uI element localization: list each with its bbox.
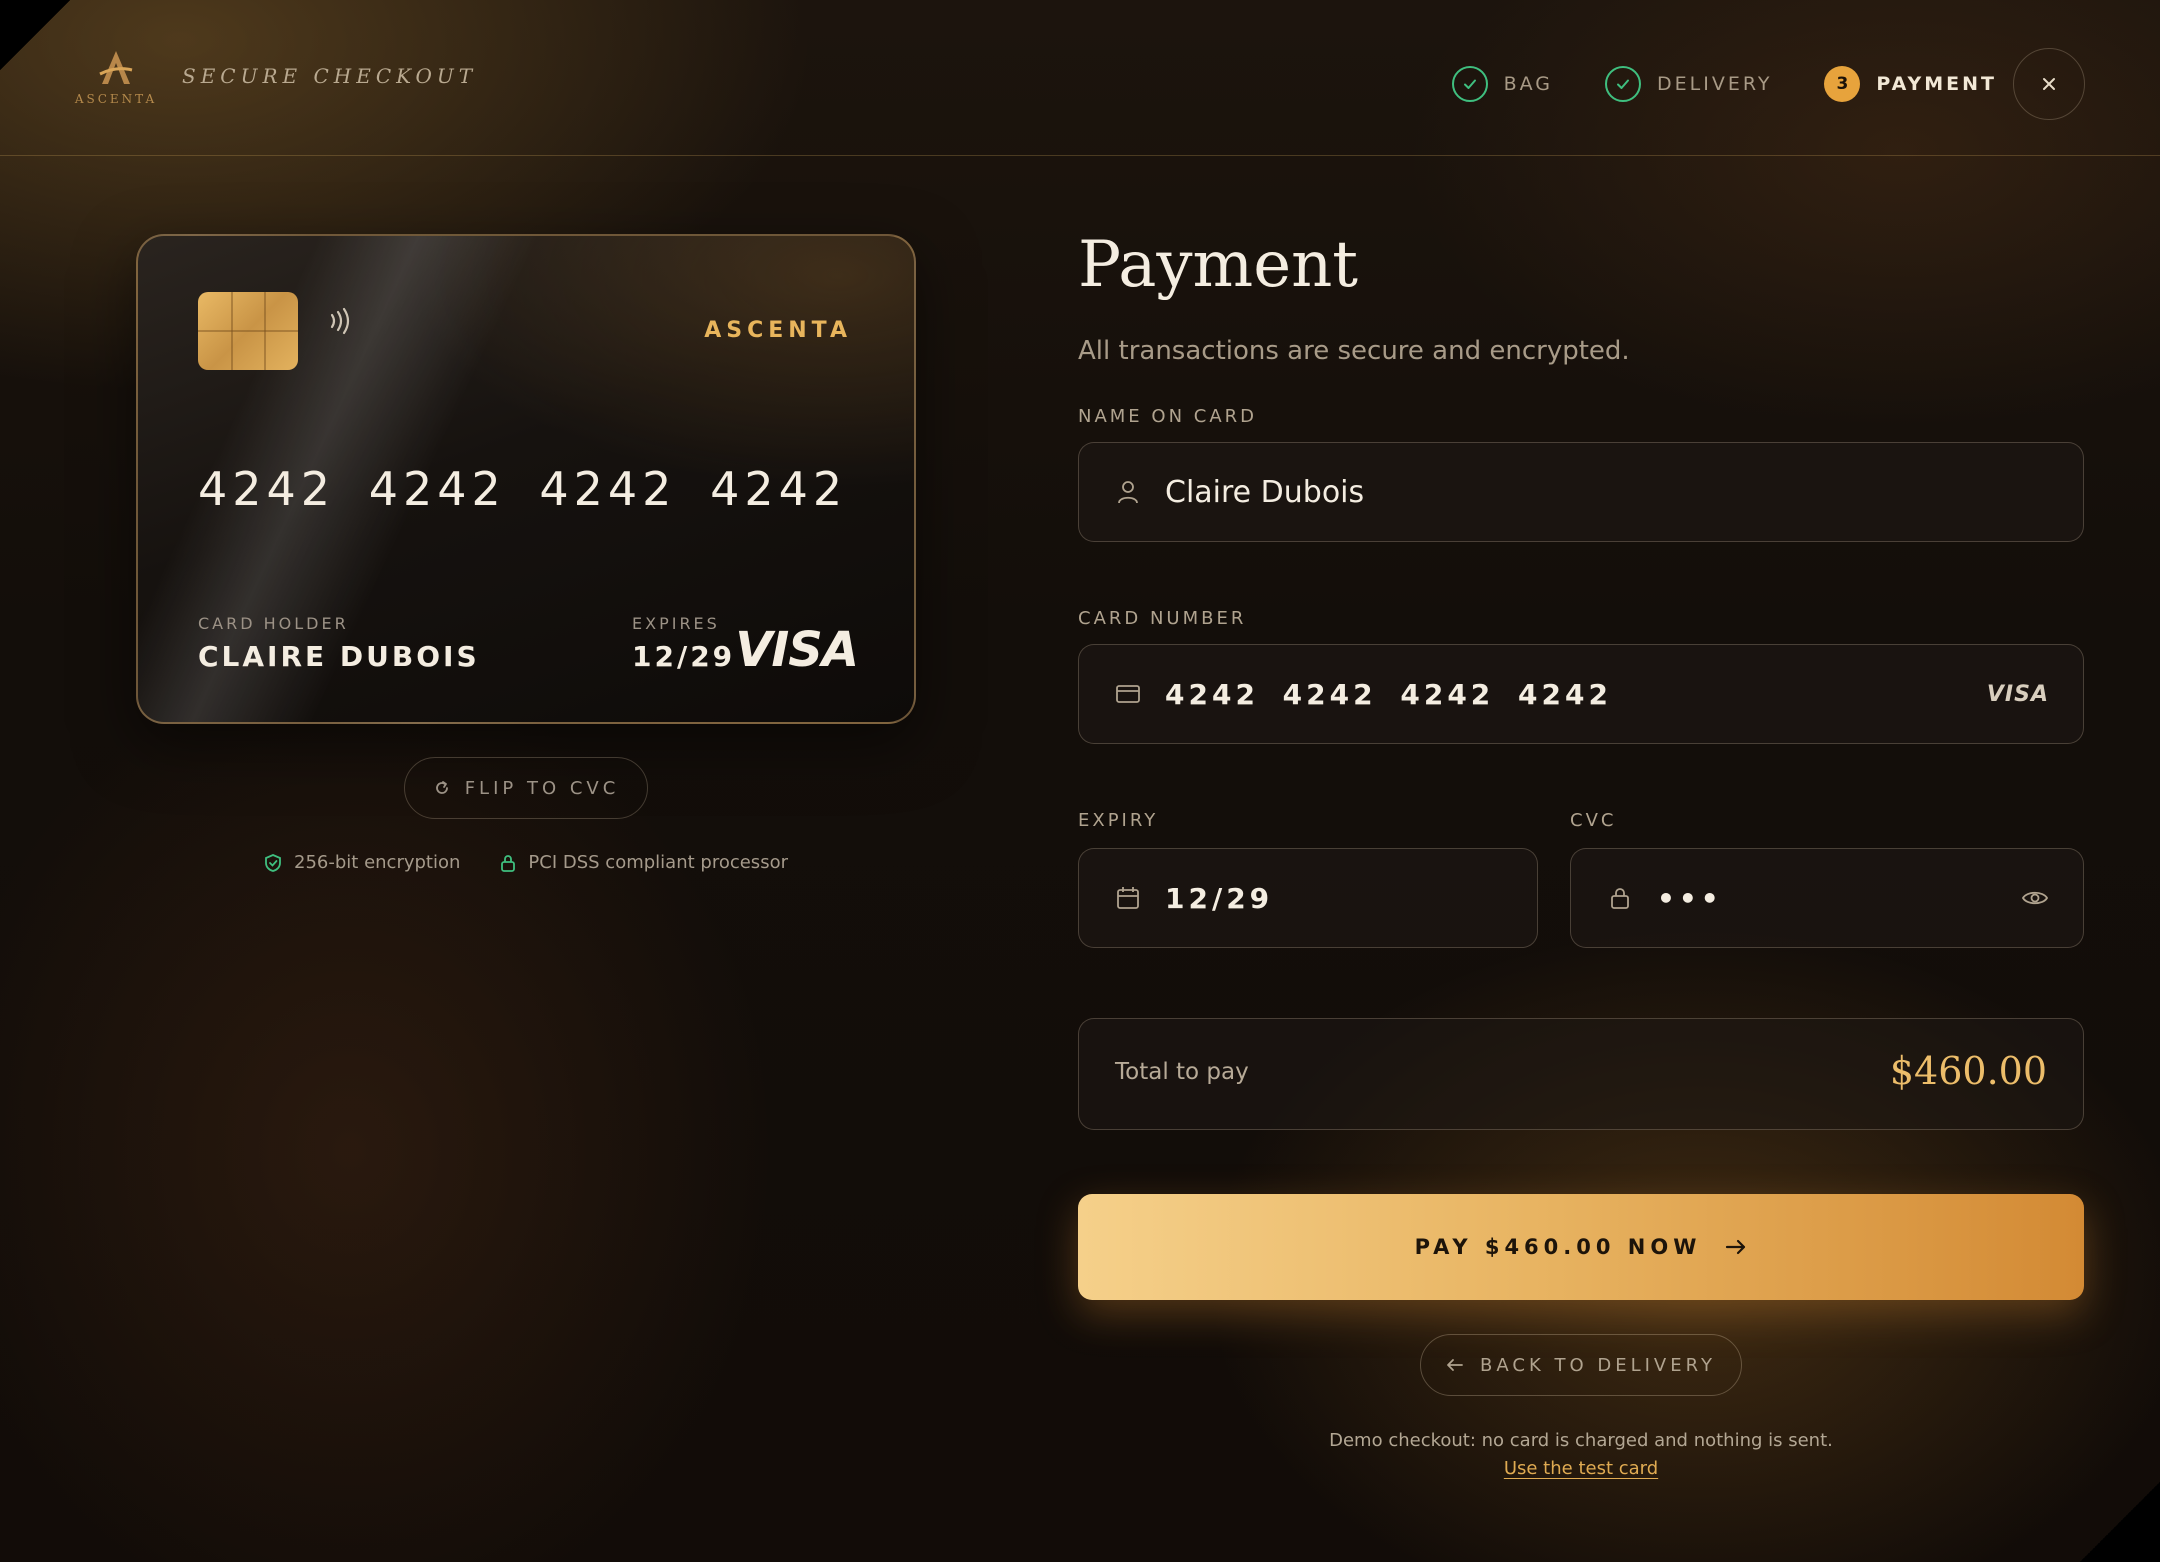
lock-icon bbox=[1607, 885, 1633, 911]
contactless-icon bbox=[330, 307, 350, 335]
visa-logo: VISA bbox=[1986, 681, 2049, 707]
pci-text: PCI DSS compliant processor bbox=[528, 852, 788, 873]
lock-icon bbox=[501, 854, 516, 872]
card-number-value: 4242 4242 4242 4242 bbox=[1165, 677, 1612, 711]
close-button[interactable] bbox=[2013, 48, 2085, 120]
step-number: 3 bbox=[1824, 66, 1861, 102]
arrow-left-icon bbox=[1447, 1359, 1463, 1371]
card-expires-label: EXPIRES bbox=[632, 614, 720, 633]
trust-badges: 256-bit encryption PCI DSS compliant pro… bbox=[136, 852, 916, 873]
card-holder: CLAIRE DUBOIS bbox=[198, 640, 480, 673]
logo-wordmark: ASCENTA bbox=[74, 92, 158, 106]
pay-button-label: PAY $460.00 NOW bbox=[1414, 1235, 1702, 1259]
card-holder-label: CARD HOLDER bbox=[198, 614, 349, 633]
card-number-label: CARD NUMBER bbox=[1078, 608, 1247, 629]
page-title: SECURE CHECKOUT bbox=[182, 64, 478, 88]
header: ASCENTA SECURE CHECKOUT BAG DELIVERY 3 P… bbox=[0, 0, 2160, 156]
expiry-label: EXPIRY bbox=[1078, 810, 1159, 831]
card-number-field[interactable]: 4242 4242 4242 4242 VISA bbox=[1078, 644, 2084, 744]
step-label: BAG bbox=[1503, 73, 1553, 95]
encryption-badge: 256-bit encryption bbox=[264, 852, 460, 873]
back-label: BACK TO DELIVERY bbox=[1480, 1354, 1716, 1376]
cvc-field[interactable]: ••• bbox=[1570, 848, 2084, 948]
step-bag[interactable]: BAG bbox=[1451, 66, 1553, 102]
check-icon bbox=[1451, 66, 1488, 102]
step-payment[interactable]: 3 PAYMENT bbox=[1824, 66, 1997, 102]
check-icon bbox=[1605, 66, 1641, 102]
frame-corner bbox=[2080, 1482, 2160, 1562]
card-preview: ASCENTA 4242 4242 4242 4242 CARD HOLDER … bbox=[136, 234, 916, 724]
expiry-field[interactable]: 12/29 bbox=[1078, 848, 1538, 948]
shield-check-icon bbox=[265, 853, 281, 872]
cvc-label: CVC bbox=[1570, 810, 1617, 831]
back-to-delivery-button[interactable]: BACK TO DELIVERY bbox=[1420, 1334, 1742, 1396]
name-value: Claire Dubois bbox=[1165, 474, 1365, 510]
cvc-value: ••• bbox=[1657, 881, 1723, 915]
name-label: NAME ON CARD bbox=[1078, 406, 1258, 427]
card-brand: ASCENTA bbox=[704, 318, 852, 343]
user-icon bbox=[1115, 479, 1141, 505]
encryption-text: 256-bit encryption bbox=[294, 852, 461, 873]
pay-now-button[interactable]: PAY $460.00 NOW bbox=[1078, 1194, 2084, 1300]
total-label: Total to pay bbox=[1115, 1059, 1249, 1085]
test-card-link-text[interactable]: Use the test card bbox=[1504, 1458, 1658, 1479]
form-title: Payment bbox=[1078, 228, 1358, 302]
card-expires: 12/29 bbox=[632, 640, 736, 673]
eye-icon bbox=[2021, 891, 2049, 905]
expiry-value: 12/29 bbox=[1165, 881, 1274, 915]
pci-badge: PCI DSS compliant processor bbox=[500, 852, 788, 873]
flip-label: FLIP TO CVC bbox=[464, 777, 620, 799]
calendar-icon bbox=[1115, 885, 1141, 911]
card-number: 4242 4242 4242 4242 bbox=[198, 462, 848, 516]
total-box: Total to pay $460.00 bbox=[1078, 1018, 2084, 1130]
arrow-right-icon bbox=[1726, 1239, 1746, 1255]
visa-logo: VISA bbox=[735, 622, 859, 678]
logo-icon bbox=[99, 51, 133, 84]
step-label: PAYMENT bbox=[1876, 73, 1997, 95]
name-on-card-field[interactable]: Claire Dubois bbox=[1078, 442, 2084, 542]
demo-note: Demo checkout: no card is charged and no… bbox=[1329, 1430, 1833, 1451]
flip-to-cvc-button[interactable]: FLIP TO CVC bbox=[404, 757, 648, 819]
credit-card-icon bbox=[1115, 681, 1141, 707]
checkout-steps: BAG DELIVERY 3 PAYMENT bbox=[1451, 48, 2085, 120]
close-icon bbox=[2043, 78, 2055, 90]
show-cvc-button[interactable] bbox=[2021, 849, 2049, 947]
logo: ASCENTA bbox=[74, 48, 158, 108]
step-label: DELIVERY bbox=[1657, 73, 1773, 95]
form-subtitle: All transactions are secure and encrypte… bbox=[1078, 336, 1630, 366]
total-amount: $460.00 bbox=[1889, 1049, 2047, 1093]
use-test-card-link[interactable]: Use the test card bbox=[1078, 1458, 2084, 1479]
chip-icon bbox=[198, 292, 298, 370]
refresh-icon bbox=[435, 781, 448, 794]
step-delivery[interactable]: DELIVERY bbox=[1605, 66, 1772, 102]
